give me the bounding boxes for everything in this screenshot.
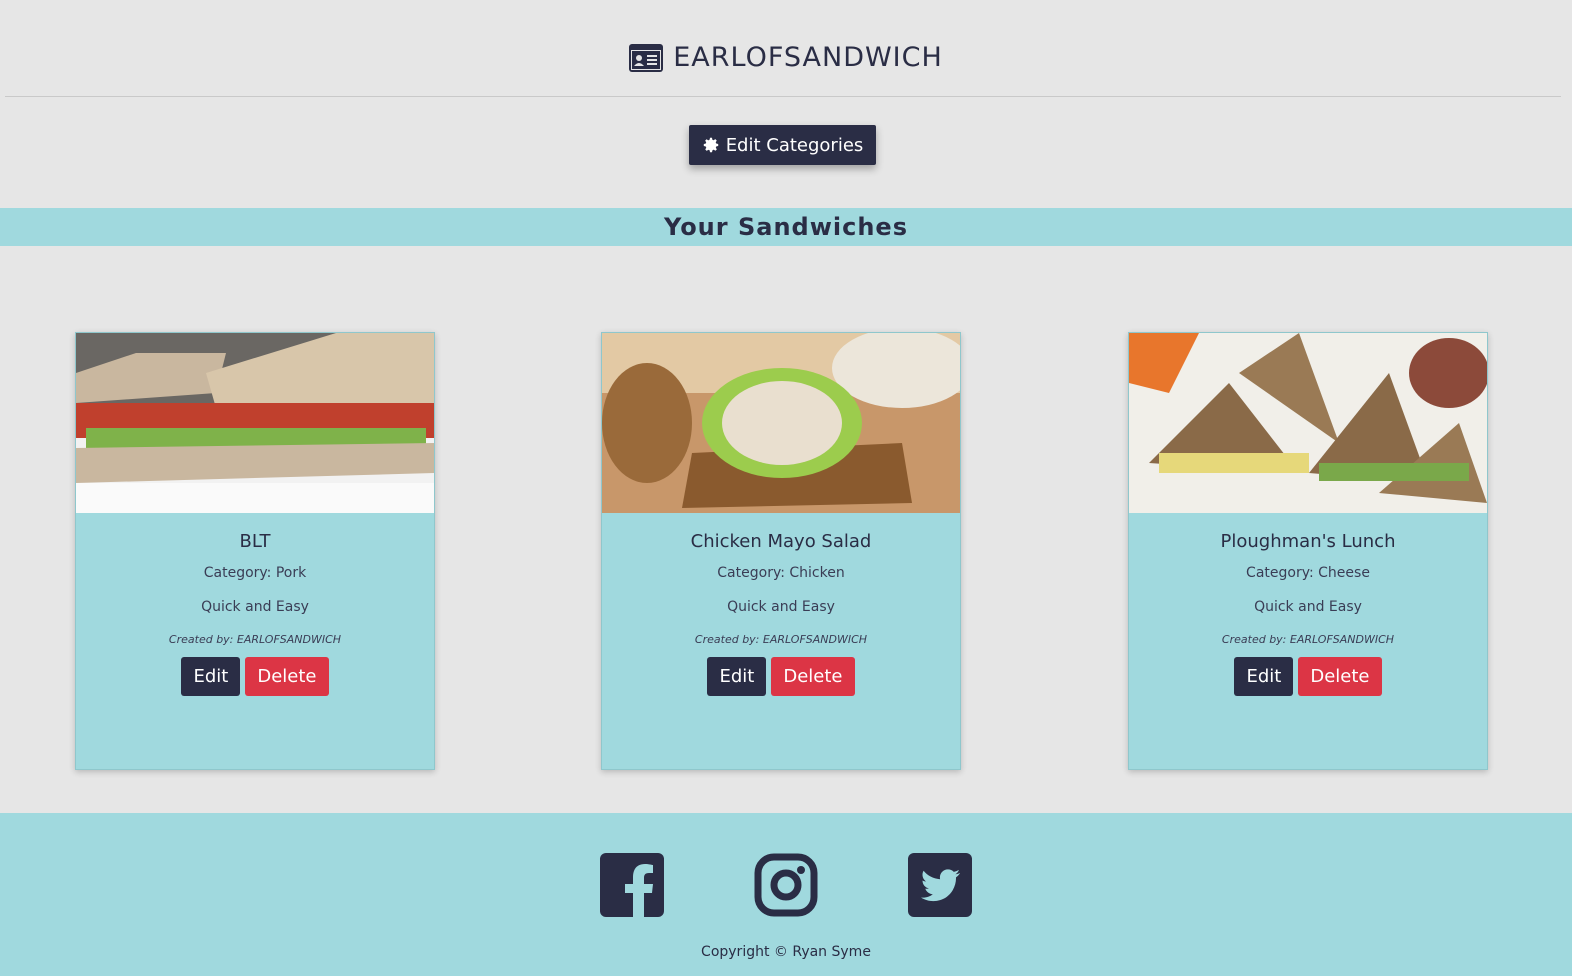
delete-button[interactable]: Delete	[771, 657, 855, 696]
sandwich-image	[602, 333, 960, 513]
instagram-icon	[754, 853, 818, 917]
edit-button[interactable]: Edit	[181, 657, 241, 696]
site-footer: Copyright © Ryan Syme	[0, 813, 1572, 976]
site-header: EARLOFSANDWICH	[0, 0, 1572, 97]
facebook-icon	[600, 853, 664, 917]
edit-categories-label: Edit Categories	[725, 134, 864, 156]
edit-categories-button[interactable]: Edit Categories	[689, 125, 876, 165]
twitter-icon	[908, 853, 972, 917]
copyright-text: Copyright © Ryan Syme	[701, 944, 871, 960]
section-header: Your Sandwiches	[0, 208, 1572, 246]
delete-button[interactable]: Delete	[1298, 657, 1382, 696]
section-title: Your Sandwiches	[664, 213, 908, 241]
site-title: EARLOFSANDWICH	[673, 42, 943, 73]
edit-button[interactable]: Edit	[707, 657, 767, 696]
card-actions: Edit Delete	[602, 657, 960, 696]
sandwich-time: Quick and Easy	[727, 599, 835, 615]
card-actions: Edit Delete	[1129, 657, 1487, 696]
edit-button[interactable]: Edit	[1234, 657, 1294, 696]
sandwich-category: Category: Chicken	[717, 565, 845, 581]
sandwich-name: Chicken Mayo Salad	[690, 531, 872, 552]
sandwich-name: BLT	[239, 531, 271, 552]
twitter-link[interactable]	[908, 853, 972, 917]
sandwich-category: Category: Pork	[203, 565, 307, 581]
sandwich-category: Category: Cheese	[1246, 565, 1370, 581]
brand[interactable]: EARLOFSANDWICH	[0, 42, 1572, 73]
sandwich-time: Quick and Easy	[201, 599, 309, 615]
sandwich-image	[76, 333, 434, 513]
sandwich-card: Ploughman's Lunch Category: Cheese Quick…	[1128, 332, 1488, 770]
gear-icon	[703, 137, 718, 153]
social-links	[0, 853, 1572, 917]
sandwich-author: Created by: EARLOFSANDWICH	[168, 633, 342, 646]
sandwich-image	[1129, 333, 1487, 513]
instagram-link[interactable]	[754, 853, 818, 917]
sandwich-author: Created by: EARLOFSANDWICH	[694, 633, 868, 646]
card-actions: Edit Delete	[76, 657, 434, 696]
sandwich-time: Quick and Easy	[1254, 599, 1362, 615]
facebook-link[interactable]	[600, 853, 664, 917]
sandwich-card: Chicken Mayo Salad Category: Chicken Qui…	[601, 332, 961, 770]
header-divider	[5, 96, 1561, 97]
delete-button[interactable]: Delete	[245, 657, 329, 696]
sandwich-card: BLT Category: Pork Quick and Easy Create…	[75, 332, 435, 770]
id-card-icon	[629, 43, 664, 72]
sandwich-author: Created by: EARLOFSANDWICH	[1221, 633, 1395, 646]
sandwich-name: Ploughman's Lunch	[1220, 531, 1396, 552]
